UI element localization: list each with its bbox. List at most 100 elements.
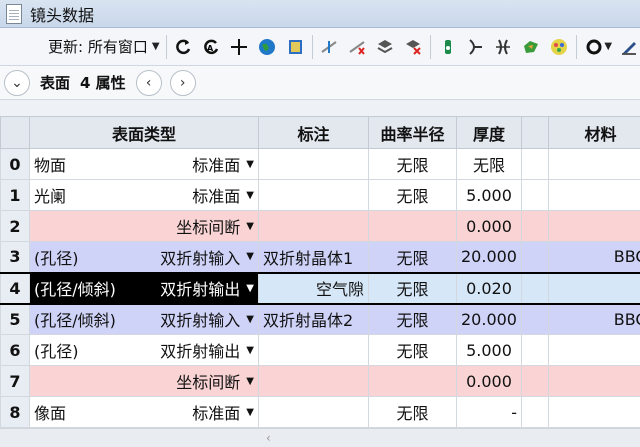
- thickness-cell[interactable]: 20.000: [456, 241, 522, 273]
- row-number[interactable]: 3: [0, 241, 30, 273]
- surface-type-cell[interactable]: (孔径) 双折射输出 ▼: [29, 334, 259, 366]
- collapse-button[interactable]: ⌄: [4, 69, 30, 96]
- row-number[interactable]: 0: [0, 148, 30, 180]
- note-cell[interactable]: [258, 334, 369, 366]
- material-cell[interactable]: BBO: [548, 303, 640, 335]
- material-cell[interactable]: BBO: [548, 241, 640, 273]
- refresh-icon[interactable]: [173, 36, 195, 58]
- header-note[interactable]: 标注: [258, 116, 369, 149]
- thickness-cell[interactable]: 5.000: [456, 179, 522, 211]
- row-number[interactable]: 4: [0, 271, 30, 305]
- surface-type-cell[interactable]: (孔径/倾斜) 双折射输入 ▼: [29, 303, 259, 335]
- chevron-down-icon[interactable]: ▼: [246, 283, 254, 294]
- book-icon[interactable]: [284, 36, 306, 58]
- chevron-down-icon[interactable]: ▼: [246, 221, 254, 232]
- crosshair-icon[interactable]: [228, 36, 250, 58]
- table-row[interactable]: 1 光阑 标准面 ▼ 无限 5.000: [0, 179, 640, 211]
- chevron-down-icon[interactable]: ▼: [246, 314, 254, 325]
- material-cell[interactable]: [548, 271, 640, 305]
- table-row[interactable]: 4 (孔径/倾斜) 双折射输出 ▼ 空气隙 无限 0.020: [0, 271, 640, 305]
- header-curvature[interactable]: 曲率半径: [368, 116, 457, 149]
- row-number[interactable]: 6: [0, 334, 30, 366]
- curvature-cell[interactable]: 无限: [368, 179, 457, 211]
- curvature-cell[interactable]: [368, 210, 457, 242]
- curvature-cell[interactable]: 无限: [368, 396, 457, 428]
- table-row[interactable]: 6 (孔径) 双折射输出 ▼ 无限 5.000: [0, 334, 640, 366]
- horizontal-scrollbar[interactable]: ‹: [0, 428, 640, 447]
- lens-x-icon[interactable]: [402, 36, 424, 58]
- scroll-left-icon[interactable]: ‹: [266, 431, 271, 445]
- curvature-cell[interactable]: 无限: [368, 271, 457, 305]
- thickness-cell[interactable]: 无限: [456, 148, 522, 180]
- curvature-cell[interactable]: 无限: [368, 303, 457, 335]
- surface-type-cell[interactable]: 光阑 标准面 ▼: [29, 179, 259, 211]
- thickness-cell[interactable]: 20.000: [456, 303, 522, 335]
- map-icon[interactable]: [520, 36, 542, 58]
- material-cell[interactable]: [548, 148, 640, 180]
- material-cell[interactable]: -: [548, 365, 640, 397]
- update-dropdown[interactable]: 更新: 所有窗口: [48, 36, 148, 57]
- note-cell[interactable]: [258, 365, 369, 397]
- table-row[interactable]: 8 像面 标准面 ▼ 无限 -: [0, 396, 640, 428]
- note-cell[interactable]: [258, 148, 369, 180]
- chevron-down-icon[interactable]: ▼: [246, 251, 254, 262]
- globe-icon[interactable]: [256, 36, 278, 58]
- table-row[interactable]: 0 物面 标准面 ▼ 无限 无限: [0, 148, 640, 180]
- table-row[interactable]: 7 坐标间断 ▼ 0.000-: [0, 365, 640, 397]
- chevron-down-icon[interactable]: ▼: [152, 41, 160, 52]
- prev-button[interactable]: ‹: [135, 69, 162, 96]
- bottle-icon[interactable]: [437, 36, 459, 58]
- row-number[interactable]: 8: [0, 396, 30, 428]
- thickness-cell[interactable]: 5.000: [456, 334, 522, 366]
- row-number[interactable]: 2: [0, 210, 30, 242]
- note-cell[interactable]: 双折射晶体2: [258, 303, 369, 335]
- row-number[interactable]: 7: [0, 365, 30, 397]
- ring-icon[interactable]: [583, 36, 605, 58]
- header-material[interactable]: 材料: [548, 116, 640, 149]
- curvature-cell[interactable]: 无限: [368, 241, 457, 273]
- note-cell[interactable]: [258, 210, 369, 242]
- header-thickness[interactable]: 厚度: [456, 116, 522, 149]
- thickness-cell[interactable]: 0.020: [456, 271, 522, 305]
- curvature-cell[interactable]: 无限: [368, 334, 457, 366]
- material-cell[interactable]: [548, 334, 640, 366]
- surface-type-cell[interactable]: 坐标间断 ▼: [29, 210, 259, 242]
- thickness-cell[interactable]: 0.000: [456, 210, 522, 242]
- surface-type-cell[interactable]: (孔径/倾斜) 双折射输出 ▼: [29, 271, 259, 305]
- auto-update-icon[interactable]: A: [200, 36, 222, 58]
- table-row[interactable]: 5(孔径/倾斜) 双折射输入 ▼ 双折射晶体2无限20.000 BBO: [0, 303, 640, 335]
- thickness-cell[interactable]: 0.000: [456, 365, 522, 397]
- chevron-down-icon[interactable]: ▼: [246, 376, 254, 387]
- note-cell[interactable]: [258, 179, 369, 211]
- surface-type-cell[interactable]: (孔径) 双折射输入 ▼: [29, 241, 259, 273]
- chevron-down-icon[interactable]: ▼: [604, 41, 612, 52]
- slider-x-icon[interactable]: [346, 36, 368, 58]
- curvature-cell[interactable]: [368, 365, 457, 397]
- material-cell[interactable]: [548, 396, 640, 428]
- pen-icon[interactable]: [618, 36, 640, 58]
- chevron-down-icon[interactable]: ▼: [246, 407, 254, 418]
- surface-type-cell[interactable]: 坐标间断 ▼: [29, 365, 259, 397]
- surface-type-cell[interactable]: 物面 标准面 ▼: [29, 148, 259, 180]
- chevron-down-icon[interactable]: ▼: [246, 190, 254, 201]
- row-number[interactable]: 5: [0, 303, 30, 335]
- note-cell[interactable]: [258, 396, 369, 428]
- material-cell[interactable]: -: [548, 210, 640, 242]
- table-row[interactable]: 3(孔径) 双折射输入 ▼ 双折射晶体1无限20.000 BBO: [0, 241, 640, 273]
- lens-icon[interactable]: [374, 36, 396, 58]
- table-row[interactable]: 2 坐标间断 ▼ 0.000-: [0, 210, 640, 242]
- next-button[interactable]: ›: [169, 69, 196, 96]
- prism-icon[interactable]: [492, 36, 514, 58]
- chevron-down-icon[interactable]: ▼: [246, 159, 254, 170]
- slider-icon[interactable]: [318, 36, 340, 58]
- header-surface-type[interactable]: 表面类型: [29, 116, 259, 149]
- wire-icon[interactable]: [464, 36, 486, 58]
- surface-type-cell[interactable]: 像面 标准面 ▼: [29, 396, 259, 428]
- chevron-down-icon[interactable]: ▼: [246, 345, 254, 356]
- row-number[interactable]: 1: [0, 179, 30, 211]
- curvature-cell[interactable]: 无限: [368, 148, 457, 180]
- palette-icon[interactable]: [548, 36, 570, 58]
- thickness-cell[interactable]: -: [456, 396, 522, 428]
- material-cell[interactable]: [548, 179, 640, 211]
- note-cell[interactable]: 空气隙: [258, 271, 369, 305]
